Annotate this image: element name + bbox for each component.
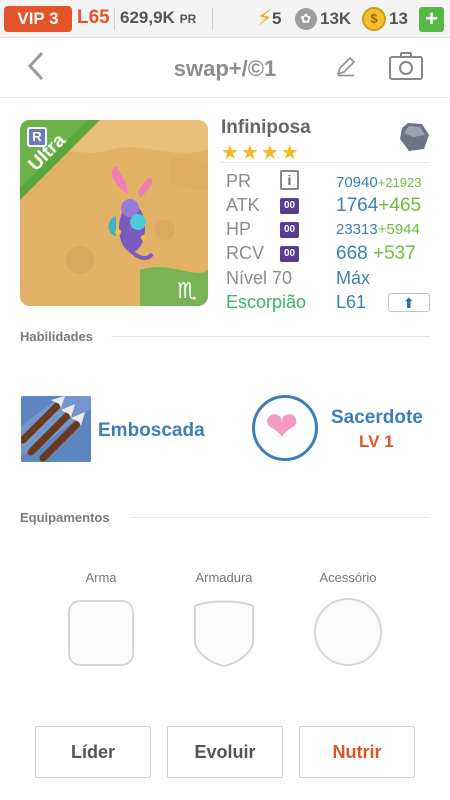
divider (111, 336, 430, 337)
stat-icon-rcv: 00 (280, 246, 299, 262)
heart-icon: ❤ (265, 405, 299, 449)
divider (221, 162, 430, 163)
back-icon[interactable] (26, 50, 46, 90)
stat-bonus-pr: +21923 (377, 175, 422, 190)
paw-points: 13K (320, 9, 352, 28)
energy-count: 5 (272, 9, 282, 28)
leader-skill-level: LV 1 (359, 432, 394, 451)
stat-bonus-hp: +5944 (377, 221, 420, 238)
player-level: L65 (77, 7, 110, 28)
divider (130, 517, 430, 518)
stat-icon-hp: 00 (280, 222, 299, 238)
zodiac-sign-level: L61 (336, 292, 367, 312)
equipment-section-title: Equipamentos (20, 510, 110, 525)
upgrade-button[interactable]: ⬆ (388, 293, 430, 312)
scorpio-icon: ♏ (177, 278, 197, 303)
element-gem-icon (400, 123, 429, 151)
coin-icon: $ (362, 7, 386, 31)
add-coins-button[interactable]: + (419, 7, 444, 32)
stat-bonus-rcv: +537 (372, 243, 416, 264)
edit-icon[interactable] (335, 55, 357, 83)
player-power-unit: PR (179, 12, 197, 26)
stat-value-hp-base: 23313 (336, 221, 378, 238)
stat-label-rcv: RCV (226, 243, 265, 263)
status-bar: VIP 3 L65 629,9K PR ⚡ 5 ✿ 13K $ 13 + (0, 0, 450, 38)
weapon-slot[interactable] (68, 600, 134, 666)
paw-icon: ✿ (295, 8, 317, 30)
leader-skill-icon[interactable]: ❤ (252, 395, 318, 461)
page-header: swap+/©1 (0, 38, 450, 98)
level-label: Nível 70 (226, 268, 293, 288)
stat-label-pr: PR (226, 171, 252, 191)
stat-label-atk: ATK (226, 195, 260, 215)
page-title: swap+/©1 (173, 56, 277, 81)
player-power-value: 629,9K (120, 8, 175, 27)
stat-value-rcv-base: 668 (336, 243, 368, 264)
energy-icon: ⚡ (257, 5, 273, 30)
arrow-up-icon: ⬆ (403, 295, 415, 311)
weapon-slot-label: Arma (85, 570, 117, 585)
camera-icon[interactable] (389, 52, 423, 80)
vip-badge[interactable]: VIP 3 (4, 6, 72, 32)
ambush-skill-icon[interactable] (21, 396, 91, 462)
feed-button[interactable]: Nutrir (299, 726, 415, 778)
stat-value-atk-base: 1764 (336, 195, 379, 216)
stat-value-hp: 23313+5944 (336, 221, 420, 238)
evolve-button[interactable]: Evoluir (167, 726, 283, 778)
divider (114, 8, 115, 30)
stat-value-pr-base: 70940 (336, 174, 378, 191)
stat-value-pr: 70940+21923 (336, 174, 421, 191)
coin-count: 13 (389, 9, 408, 28)
divider (212, 8, 213, 30)
zodiac-sign-label: Escorpião (226, 292, 307, 312)
stat-bonus-atk: +465 (378, 195, 422, 216)
accessory-slot[interactable] (314, 598, 382, 666)
leader-button[interactable]: Líder (35, 726, 151, 778)
stat-value-atk: 1764+465 (336, 195, 421, 217)
skills-section-title: Habilidades (20, 329, 93, 344)
monster-portrait[interactable]: R Ultra ♏ (20, 120, 208, 306)
player-power: 629,9K PR (120, 8, 196, 28)
stat-icon-atk: 00 (280, 198, 299, 214)
accessory-slot-label: Acessório (319, 570, 377, 585)
armor-slot[interactable] (191, 598, 257, 668)
leader-skill-name[interactable]: Sacerdote (331, 407, 423, 429)
stat-value-rcv: 668 +537 (336, 243, 416, 265)
info-icon[interactable]: i (280, 170, 299, 190)
active-skill-name[interactable]: Emboscada (98, 420, 205, 442)
armor-slot-label: Armadura (195, 570, 253, 585)
level-value: Máx (336, 268, 371, 288)
monster-name: Infiniposa (221, 117, 311, 138)
stat-label-hp: HP (226, 219, 252, 239)
